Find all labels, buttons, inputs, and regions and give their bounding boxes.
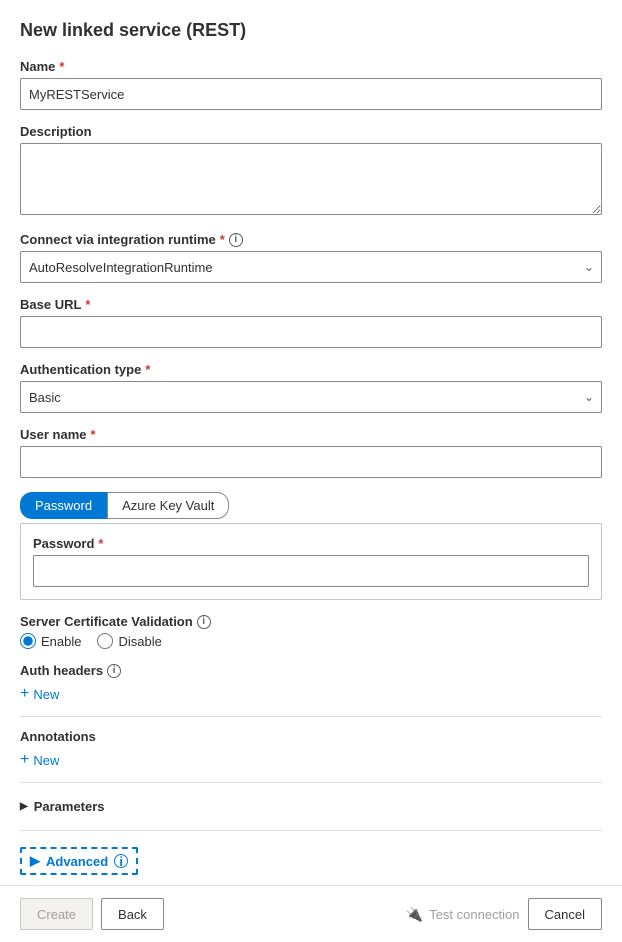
advanced-info-icon[interactable]: i: [114, 854, 128, 868]
divider-2: [20, 782, 602, 783]
password-section: Password *: [20, 523, 602, 600]
auth-headers-info-icon[interactable]: i: [107, 664, 121, 678]
annotations-plus-icon: +: [20, 752, 29, 768]
test-connection-button[interactable]: 🔌 Test connection: [406, 906, 520, 923]
auth-headers-field-group: Auth headers i + New: [20, 663, 602, 702]
password-tabs: Password Azure Key Vault: [20, 492, 602, 519]
password-tab[interactable]: Password: [20, 492, 107, 519]
name-field-group: Name *: [20, 59, 602, 110]
password-input[interactable]: [33, 555, 589, 587]
divider-1: [20, 716, 602, 717]
server-cert-radio-group: Enable Disable: [20, 633, 602, 649]
page-title: New linked service (REST): [20, 20, 602, 41]
password-label: Password *: [33, 536, 589, 551]
divider-3: [20, 830, 602, 831]
back-button[interactable]: Back: [101, 898, 164, 930]
auth-headers-add-button[interactable]: + New: [20, 686, 59, 702]
advanced-chevron-icon: ▶: [30, 853, 40, 869]
integration-runtime-select-wrapper: AutoResolveIntegrationRuntime ⌄: [20, 251, 602, 283]
auth-headers-label: Auth headers i: [20, 663, 602, 678]
user-name-field-group: User name *: [20, 427, 602, 478]
test-connection-icon: 🔌: [406, 906, 423, 923]
disable-radio-label[interactable]: Disable: [97, 633, 161, 649]
annotations-label: Annotations: [20, 729, 602, 744]
name-input[interactable]: [20, 78, 602, 110]
integration-runtime-label: Connect via integration runtime * i: [20, 232, 602, 247]
auth-type-label: Authentication type *: [20, 362, 602, 377]
footer: Create Back 🔌 Test connection Cancel: [0, 885, 622, 942]
description-textarea[interactable]: [20, 143, 602, 215]
user-name-input[interactable]: [20, 446, 602, 478]
auth-type-field-group: Authentication type * Basic ⌄: [20, 362, 602, 413]
auth-type-select[interactable]: Basic: [20, 381, 602, 413]
annotations-field-group: Annotations + New: [20, 729, 602, 768]
name-required: *: [59, 59, 64, 74]
server-cert-field-group: Server Certificate Validation i Enable D…: [20, 614, 602, 649]
parameters-section[interactable]: ▶ Parameters: [20, 795, 602, 818]
enable-radio-label[interactable]: Enable: [20, 633, 81, 649]
server-cert-info-icon[interactable]: i: [197, 615, 211, 629]
password-tab-group: Password Azure Key Vault Password *: [20, 492, 602, 600]
description-field-group: Description: [20, 124, 602, 218]
enable-radio[interactable]: [20, 633, 36, 649]
auth-type-select-wrapper: Basic ⌄: [20, 381, 602, 413]
name-label: Name *: [20, 59, 602, 74]
parameters-chevron-icon: ▶: [20, 801, 28, 812]
create-button[interactable]: Create: [20, 898, 93, 930]
annotations-add-button[interactable]: + New: [20, 752, 59, 768]
disable-radio[interactable]: [97, 633, 113, 649]
user-name-label: User name *: [20, 427, 602, 442]
advanced-section[interactable]: ▶ Advanced i: [20, 847, 138, 875]
base-url-input[interactable]: [20, 316, 602, 348]
description-label: Description: [20, 124, 602, 139]
server-cert-label: Server Certificate Validation i: [20, 614, 602, 629]
integration-runtime-field-group: Connect via integration runtime * i Auto…: [20, 232, 602, 283]
auth-headers-plus-icon: +: [20, 686, 29, 702]
base-url-label: Base URL *: [20, 297, 602, 312]
base-url-field-group: Base URL *: [20, 297, 602, 348]
integration-runtime-select[interactable]: AutoResolveIntegrationRuntime: [20, 251, 602, 283]
cancel-button[interactable]: Cancel: [528, 898, 602, 930]
integration-runtime-info-icon[interactable]: i: [229, 233, 243, 247]
azure-keyvault-tab[interactable]: Azure Key Vault: [107, 492, 229, 519]
